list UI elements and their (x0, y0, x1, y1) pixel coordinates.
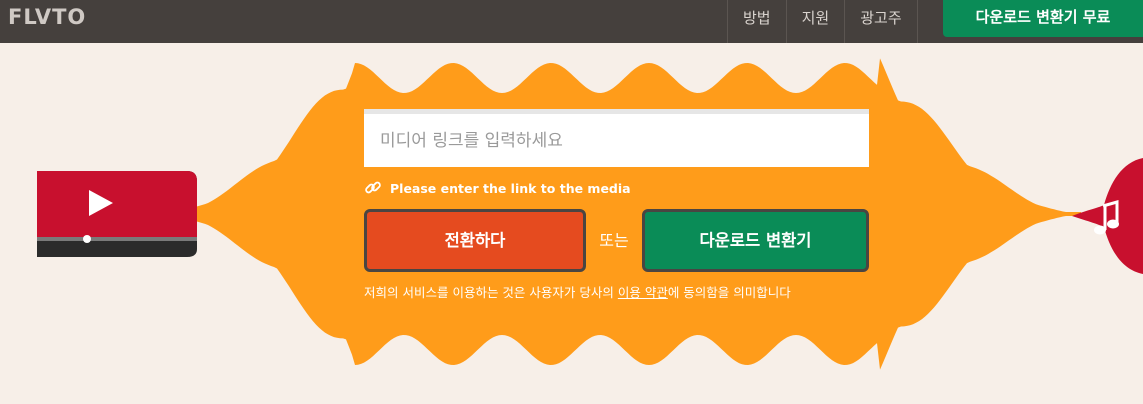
terms-text-after: 에 동의함을 의미합니다 (667, 285, 791, 300)
input-hint: Please enter the link to the media (364, 178, 631, 198)
media-link-input[interactable] (364, 109, 869, 167)
music-note-icon (1072, 158, 1143, 274)
terms-text-before: 저희의 서비스를 이용하는 것은 사용자가 당사의 (364, 285, 618, 300)
terms-link[interactable]: 이용 약관 (618, 285, 668, 300)
logo[interactable]: FLVTO (8, 5, 86, 29)
nav-item-support[interactable]: 지원 (785, 0, 845, 43)
youtube-video-icon (37, 171, 197, 257)
link-icon (365, 181, 381, 194)
hint-text: Please enter the link to the media (390, 180, 631, 196)
terms-notice: 저희의 서비스를 이용하는 것은 사용자가 당사의 이용 약관에 동의함을 의미… (364, 285, 874, 301)
convert-button[interactable]: 전환하다 (364, 209, 586, 272)
download-converter-button[interactable]: 다운로드 변환기 (642, 209, 869, 272)
or-separator: 또는 (599, 231, 629, 250)
nav-item-advertisers[interactable]: 광고주 (844, 0, 918, 43)
nav-item-how[interactable]: 방법 (727, 0, 786, 43)
main-nav: 방법 지원 광고주 (727, 0, 918, 43)
header-download-converter-button[interactable]: 다운로드 변환기 무료 (943, 0, 1143, 37)
top-bar: FLVTO 방법 지원 광고주 다운로드 변환기 무료 (0, 0, 1143, 43)
